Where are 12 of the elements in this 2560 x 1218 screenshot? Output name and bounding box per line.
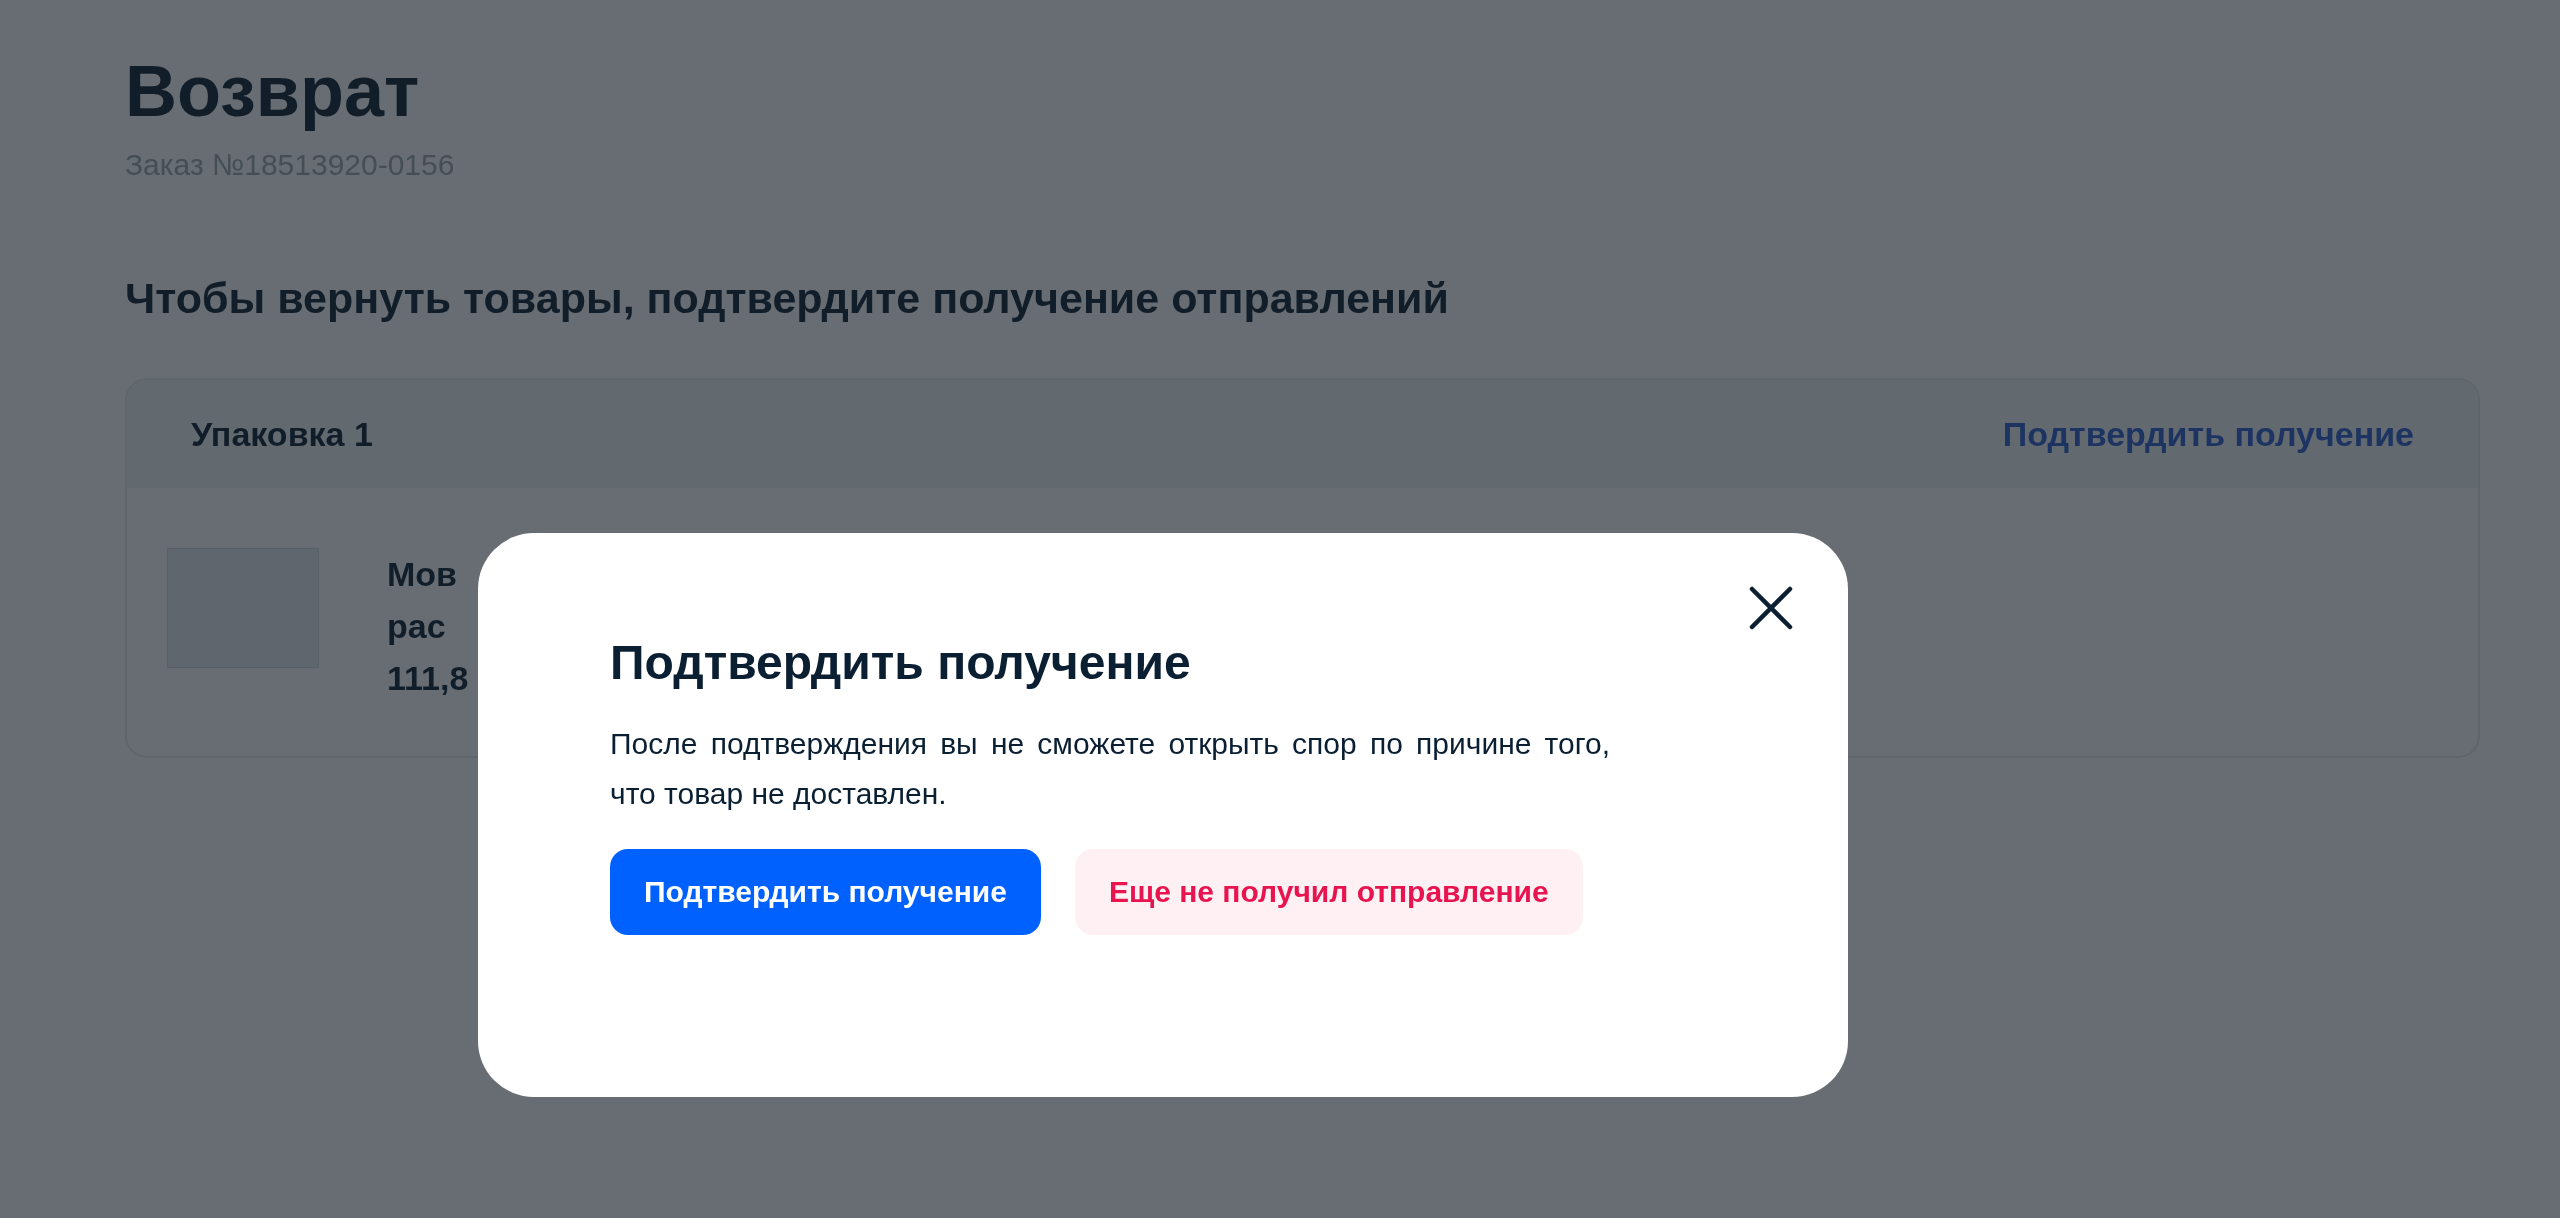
product-name: Мов [387,554,458,595]
not-received-button[interactable]: Еще не получил отправление [1074,849,1583,935]
product-name: рас [387,606,447,647]
confirm-receipt-link[interactable]: Подтвердить получение [2002,414,2414,454]
dialog-text: После подтверждения вы не сможете открыть спор по причине того, что товар не доставлен. [610,726,1610,812]
page-title: Возврат [125,50,421,133]
confirm-button[interactable]: Подтвердить получение [610,849,1041,935]
close-icon[interactable] [1748,585,1794,631]
section-heading: Чтобы вернуть товары, подтвердите получение отправлений [125,273,1450,324]
product-price: 111,8 [387,658,469,699]
dialog-title: Подтвердить получение [610,635,1192,691]
package-title: Упаковка 1 [191,414,373,454]
